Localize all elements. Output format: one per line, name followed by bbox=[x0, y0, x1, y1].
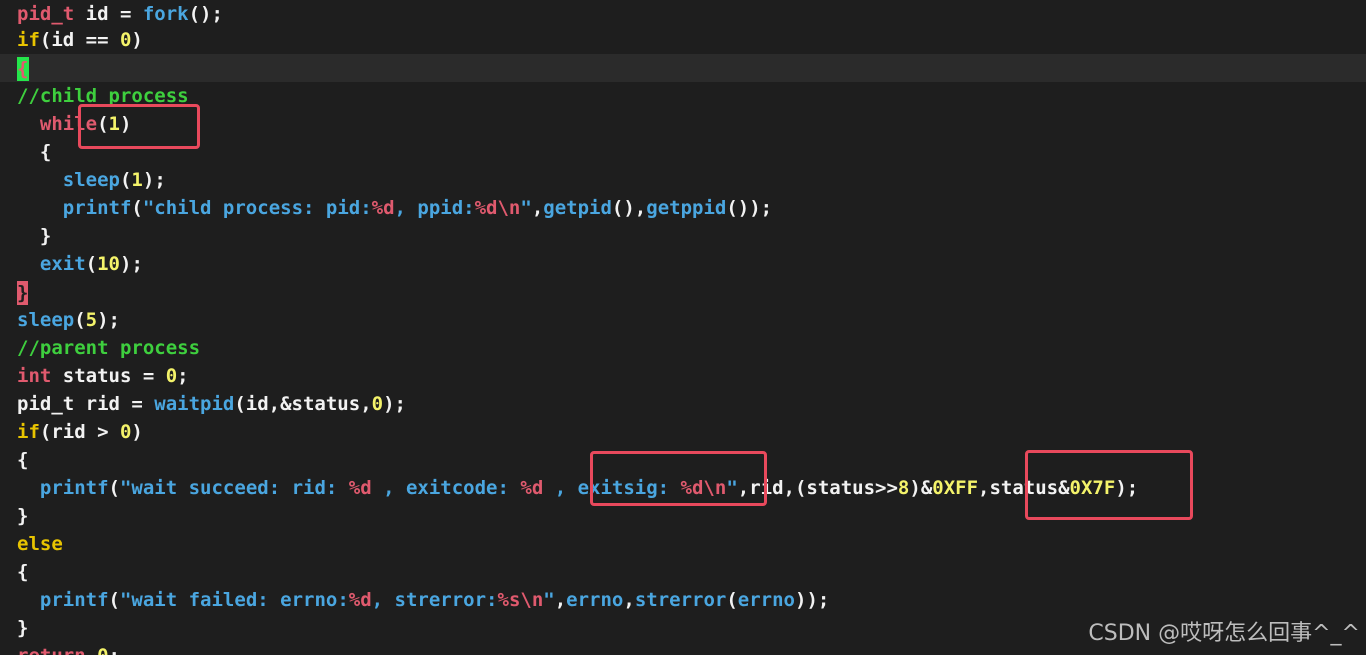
code-line-14: int status = 0; bbox=[0, 362, 1366, 390]
code-line-1: pid_t id = fork(); bbox=[0, 0, 1366, 28]
code-line-3-cursorline: { bbox=[0, 54, 1366, 82]
code-line-24-text: return 0; bbox=[17, 642, 120, 655]
code-line-11: } bbox=[0, 278, 1366, 306]
code-line-17: { bbox=[0, 446, 1366, 474]
code-line-22-text: printf("wait failed: errno:%d, strerror:… bbox=[39, 589, 830, 611]
matching-brace: } bbox=[17, 280, 29, 305]
code-line-6-text: { bbox=[17, 141, 52, 163]
code-line-1-text: pid_t id = fork(); bbox=[17, 3, 223, 25]
code-line-7: sleep(1); bbox=[0, 166, 1366, 194]
code-line-13-text: //parent process bbox=[17, 337, 201, 359]
code-line-20-text: else bbox=[17, 533, 63, 555]
code-line-12: sleep(5); bbox=[0, 306, 1366, 334]
code-line-8-text: printf("child process: pid:%d, ppid:%d\n… bbox=[62, 197, 773, 219]
code-line-15-text: pid_t rid = waitpid(id,&status,0); bbox=[17, 393, 406, 415]
code-line-4: //child process bbox=[0, 82, 1366, 110]
code-editor[interactable]: pid_t id = fork(); if(id == 0) { //child… bbox=[0, 0, 1366, 655]
code-line-8: printf("child process: pid:%d, ppid:%d\n… bbox=[0, 194, 1366, 222]
code-line-2: if(id == 0) bbox=[0, 26, 1366, 54]
code-line-18-text: printf("wait succeed: rid: %d , exitcode… bbox=[39, 477, 1139, 499]
code-line-12-text: sleep(5); bbox=[17, 309, 120, 331]
code-line-13: //parent process bbox=[0, 334, 1366, 362]
code-line-19-text: } bbox=[17, 505, 29, 527]
code-line-17-text: { bbox=[17, 449, 29, 471]
code-line-21-text: { bbox=[17, 561, 29, 583]
code-line-7-text: sleep(1); bbox=[62, 169, 166, 191]
code-line-5: while(1) bbox=[0, 110, 1366, 138]
code-line-22: printf("wait failed: errno:%d, strerror:… bbox=[0, 586, 1366, 614]
code-line-16: if(rid > 0) bbox=[0, 418, 1366, 446]
code-line-4-text: //child process bbox=[17, 85, 189, 107]
code-line-9-text: } bbox=[17, 225, 52, 247]
code-line-15: pid_t rid = waitpid(id,&status,0); bbox=[0, 390, 1366, 418]
text-cursor: { bbox=[17, 56, 29, 81]
code-line-20: else bbox=[0, 530, 1366, 558]
code-line-18: printf("wait succeed: rid: %d , exitcode… bbox=[0, 474, 1366, 502]
code-line-14-text: int status = 0; bbox=[17, 365, 189, 387]
code-line-19: } bbox=[0, 502, 1366, 530]
code-line-10: exit(10); bbox=[0, 250, 1366, 278]
code-line-9: } bbox=[0, 222, 1366, 250]
csdn-watermark: CSDN @哎呀怎么回事^_^ bbox=[1088, 621, 1360, 646]
code-line-10-text: exit(10); bbox=[39, 253, 143, 275]
code-line-16-text: if(rid > 0) bbox=[17, 421, 143, 443]
code-line-23-text: } bbox=[17, 617, 29, 639]
code-line-11-text: } bbox=[17, 278, 29, 306]
code-line-5-text: while(1) bbox=[39, 113, 132, 135]
code-line-6: { bbox=[0, 138, 1366, 166]
code-line-2-text: if(id == 0) bbox=[17, 29, 143, 51]
code-line-3-text: { bbox=[17, 54, 29, 82]
code-line-21: { bbox=[0, 558, 1366, 586]
